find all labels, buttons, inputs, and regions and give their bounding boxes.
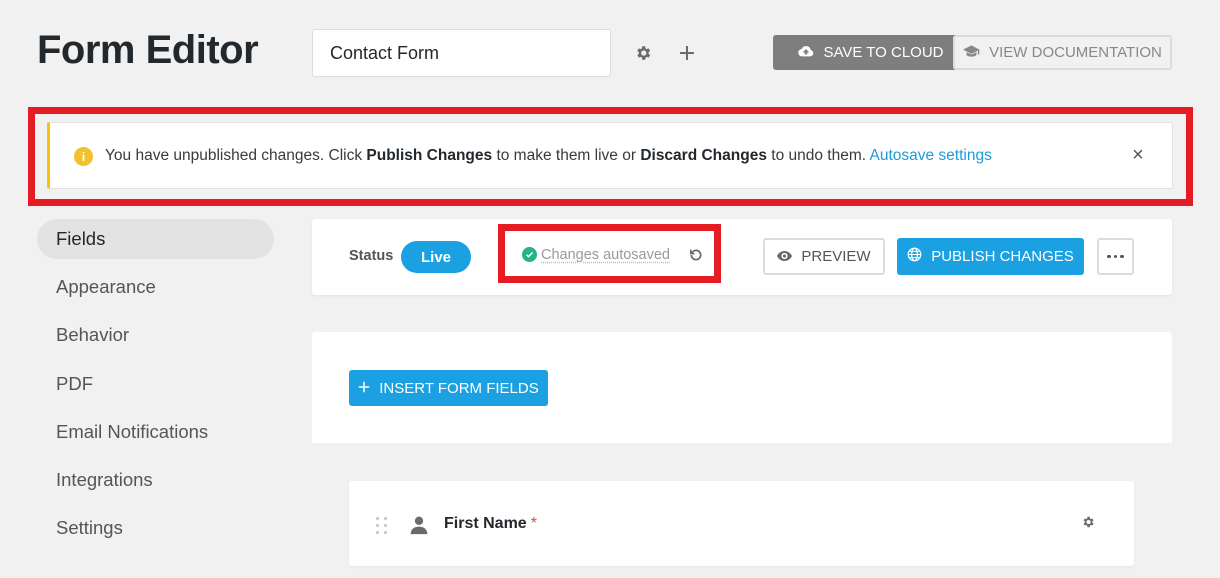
more-horizontal-icon — [1107, 255, 1111, 259]
cloud-upload-icon — [798, 44, 814, 61]
field-label-text: First Name — [444, 515, 527, 532]
sidebar-item-fields[interactable]: Fields — [37, 219, 274, 259]
save-to-cloud-label: SAVE TO CLOUD — [823, 44, 943, 61]
globe-icon — [907, 247, 922, 266]
publish-changes-label: PUBLISH CHANGES — [931, 248, 1074, 265]
form-name-input[interactable] — [312, 29, 611, 77]
undo-icon[interactable] — [687, 246, 705, 264]
autosave-status[interactable]: Changes autosaved — [541, 247, 670, 263]
sidebar-item-integrations[interactable]: Integrations — [37, 460, 274, 500]
eye-icon — [777, 248, 792, 265]
more-dot — [1120, 255, 1124, 259]
form-settings-gear-icon[interactable] — [631, 41, 655, 65]
person-icon — [409, 515, 429, 535]
field-settings-gear-icon[interactable] — [1081, 515, 1097, 531]
status-label: Status — [349, 248, 393, 264]
sidebar-item-email-notifications[interactable]: Email Notifications — [37, 412, 274, 452]
add-form-plus-icon[interactable] — [675, 41, 699, 65]
sidebar-item-pdf[interactable]: PDF — [37, 364, 274, 404]
more-dot — [1114, 255, 1118, 259]
insert-form-fields-button[interactable]: INSERT FORM FIELDS — [349, 370, 548, 406]
preview-button[interactable]: PREVIEW — [763, 238, 885, 275]
plus-icon — [358, 380, 370, 397]
view-documentation-button[interactable]: VIEW DOCUMENTATION — [953, 35, 1172, 70]
insert-form-fields-label: INSERT FORM FIELDS — [379, 380, 538, 397]
notice-highlight-frame — [28, 107, 1193, 206]
form-field-first-name[interactable]: First Name * — [349, 481, 1134, 566]
view-documentation-label: VIEW DOCUMENTATION — [989, 44, 1162, 61]
form-builder-panel: INSERT FORM FIELDS First Name * — [312, 332, 1172, 578]
sidebar-item-appearance[interactable]: Appearance — [37, 267, 274, 307]
save-to-cloud-button[interactable]: SAVE TO CLOUD — [773, 35, 969, 70]
sidebar-item-behavior[interactable]: Behavior — [37, 315, 274, 355]
status-badge[interactable]: Live — [401, 241, 471, 273]
publish-changes-button[interactable]: PUBLISH CHANGES — [897, 238, 1084, 275]
check-circle-icon — [522, 247, 537, 262]
drag-handle-icon[interactable] — [376, 517, 388, 535]
more-options-button[interactable] — [1097, 238, 1134, 275]
field-label: First Name * — [444, 515, 537, 533]
editor-toolbar: Status Live PREVIEW PUBLISH CHANGES — [312, 219, 1172, 295]
sidebar-item-settings[interactable]: Settings — [37, 508, 274, 548]
fields-canvas: First Name * — [312, 443, 1172, 578]
preview-label: PREVIEW — [801, 248, 870, 265]
settings-sidebar: Fields Appearance Behavior PDF Email Not… — [37, 219, 274, 556]
graduation-cap-icon — [963, 44, 980, 61]
page-title: Form Editor — [37, 28, 258, 73]
required-indicator: * — [531, 515, 537, 532]
